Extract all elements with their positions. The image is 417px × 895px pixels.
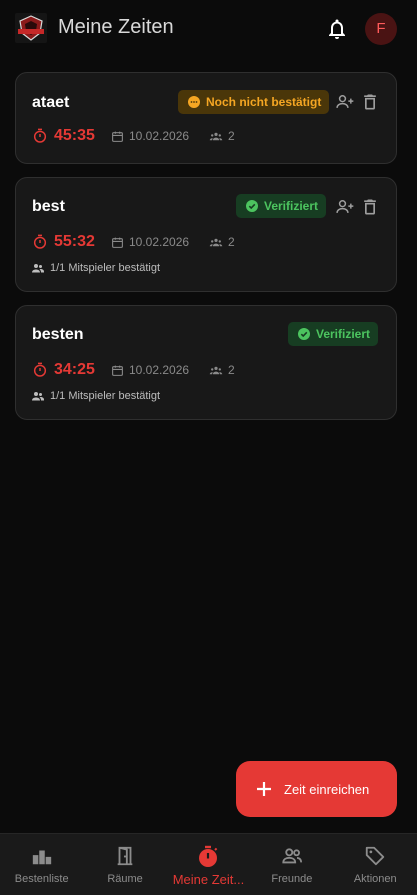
calendar-icon bbox=[112, 237, 123, 248]
group-icon bbox=[209, 366, 223, 374]
check-circle-icon bbox=[246, 200, 258, 212]
people-icon bbox=[32, 264, 44, 273]
confirmation-status: 1/1 Mitspieler bestätigt bbox=[32, 390, 160, 402]
nav-item-aktionen[interactable]: Aktionen bbox=[334, 834, 417, 895]
tag-icon bbox=[366, 846, 385, 866]
confirmation-status: 1/1 Mitspieler bestätigt bbox=[32, 262, 160, 274]
status-badge: Noch nicht bestätigt bbox=[178, 90, 330, 114]
entry-players: 2 bbox=[209, 129, 235, 143]
date-value: 10.02.2026 bbox=[129, 129, 190, 143]
date-value: 10.02.2026 bbox=[129, 363, 190, 377]
notifications-bell-icon[interactable] bbox=[325, 17, 349, 41]
entry-name: besten bbox=[32, 326, 84, 343]
date-value: 10.02.2026 bbox=[129, 235, 190, 249]
time-value: 34:25 bbox=[54, 361, 95, 378]
timer-icon bbox=[199, 845, 218, 867]
calendar-icon bbox=[112, 365, 123, 376]
entry-name: ataet bbox=[32, 94, 70, 111]
time-entry-card[interactable]: best Verifiziert 55:32 10.02.2026 2 1/1 … bbox=[15, 177, 397, 292]
entry-name: best bbox=[32, 198, 65, 215]
group-icon bbox=[209, 238, 223, 246]
nav-item-freunde[interactable]: Freunde bbox=[250, 834, 333, 895]
status-label: Verifiziert bbox=[264, 199, 319, 213]
status-label: Verifiziert bbox=[316, 327, 371, 341]
players-count: 2 bbox=[228, 129, 235, 143]
entry-players: 2 bbox=[209, 235, 235, 249]
entry-date: 10.02.2026 bbox=[111, 363, 189, 377]
time-entry-card[interactable]: ataet Noch nicht bestätigt 45:35 10.02.2… bbox=[15, 72, 397, 164]
group-icon bbox=[209, 132, 223, 140]
submit-time-label: Zeit einreichen bbox=[284, 781, 370, 797]
app-header: Meine Zeiten F bbox=[0, 0, 417, 58]
nav-label: Freunde bbox=[271, 873, 313, 885]
app-logo[interactable] bbox=[15, 13, 47, 43]
add-player-icon[interactable] bbox=[335, 92, 355, 112]
entry-time: 45:35 bbox=[32, 127, 95, 145]
confirmation-text: 1/1 Mitspieler bestätigt bbox=[50, 390, 161, 402]
status-badge: Verifiziert bbox=[288, 322, 379, 346]
stopwatch-icon bbox=[33, 362, 47, 377]
stopwatch-icon bbox=[33, 234, 47, 249]
entry-time: 55:32 bbox=[32, 233, 95, 251]
nav-label: Räume bbox=[107, 873, 143, 885]
stopwatch-icon bbox=[33, 128, 47, 143]
pending-icon bbox=[188, 96, 200, 108]
nav-label: Bestenliste bbox=[14, 873, 69, 885]
entry-time: 34:25 bbox=[32, 361, 95, 379]
user-avatar[interactable]: F bbox=[365, 13, 397, 45]
nav-item-raeume[interactable]: Räume bbox=[83, 834, 166, 895]
bottom-navigation: Bestenliste Räume Meine Zeit... Freunde … bbox=[0, 833, 417, 895]
nav-label: Meine Zeit... bbox=[172, 872, 245, 887]
entry-players: 2 bbox=[209, 363, 235, 377]
entry-date: 10.02.2026 bbox=[111, 129, 189, 143]
delete-icon[interactable] bbox=[360, 197, 380, 217]
friends-icon bbox=[282, 848, 302, 864]
calendar-icon bbox=[112, 131, 123, 142]
door-icon bbox=[117, 846, 133, 866]
check-circle-icon bbox=[298, 328, 310, 340]
status-label: Noch nicht bestätigt bbox=[206, 95, 322, 109]
time-value: 45:35 bbox=[54, 127, 95, 144]
players-count: 2 bbox=[228, 235, 235, 249]
status-badge: Verifiziert bbox=[236, 194, 327, 218]
nav-item-bestenliste[interactable]: Bestenliste bbox=[0, 834, 83, 895]
nav-item-meine-zeiten[interactable]: Meine Zeit... bbox=[167, 834, 250, 895]
people-icon bbox=[32, 392, 44, 401]
confirmation-text: 1/1 Mitspieler bestätigt bbox=[50, 262, 161, 274]
leaderboard-icon bbox=[32, 850, 51, 865]
plus-icon bbox=[257, 782, 271, 796]
delete-icon[interactable] bbox=[360, 92, 380, 112]
nav-label: Aktionen bbox=[353, 873, 397, 885]
time-entry-card[interactable]: besten Verifiziert 34:25 10.02.2026 2 1/… bbox=[15, 305, 397, 420]
players-count: 2 bbox=[228, 363, 235, 377]
submit-time-button[interactable]: Zeit einreichen bbox=[236, 761, 397, 817]
entry-date: 10.02.2026 bbox=[111, 235, 189, 249]
time-value: 55:32 bbox=[54, 233, 95, 250]
page-title: Meine Zeiten bbox=[58, 16, 174, 38]
add-player-icon[interactable] bbox=[335, 197, 355, 217]
